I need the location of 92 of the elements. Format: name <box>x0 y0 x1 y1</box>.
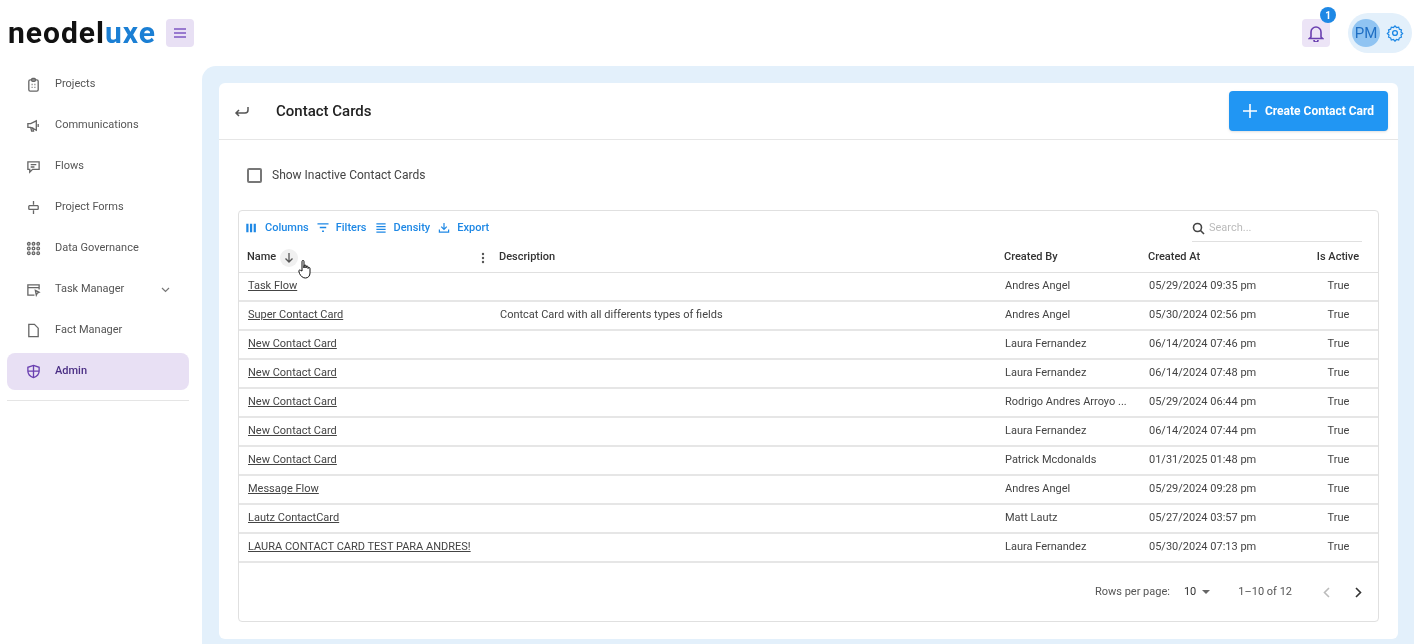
column-header[interactable]: Description <box>491 243 996 272</box>
flow-icon <box>26 200 41 215</box>
rows-per-page-label: Rows per page: <box>1094 583 1170 600</box>
chat-icon <box>26 159 41 174</box>
column-header[interactable]: Is Active <box>1290 243 1378 272</box>
table-cell: Andres Angel <box>1005 482 1071 496</box>
name-link[interactable]: New Contact Card <box>248 453 337 467</box>
rows-per-page-select[interactable]: 10 <box>1183 583 1211 601</box>
bell-icon <box>1308 24 1324 42</box>
table-cell: True <box>1327 424 1350 438</box>
menu-button[interactable] <box>165 19 194 47</box>
column-header[interactable]: Created By <box>996 243 1140 272</box>
checkbox-label: Show Inactive Contact Cards <box>272 167 426 185</box>
name-link[interactable]: LAURA CONTACT CARD TEST PARA ANDRES! <box>248 540 471 554</box>
table-cell: Patrick Mcdonalds <box>1005 453 1097 467</box>
toolbar-button[interactable]: Columns <box>246 219 309 237</box>
checkbox[interactable] <box>247 167 262 183</box>
search-field[interactable]: Search... <box>1192 214 1362 242</box>
sidebar-item[interactable]: Admin <box>7 353 189 390</box>
column-header[interactable]: Name <box>239 243 491 272</box>
chevron-right-icon <box>1354 586 1362 598</box>
window-cursor-icon <box>26 282 41 297</box>
table-cell: 05/29/2024 09:28 pm <box>1149 482 1257 496</box>
document-icon <box>26 323 41 338</box>
table-cell: Matt Lautz <box>1005 511 1058 525</box>
name-link[interactable]: Super Contact Card <box>248 308 344 322</box>
table-cell: 05/29/2024 09:35 pm <box>1149 279 1257 293</box>
columns-icon <box>246 222 258 234</box>
name-link[interactable]: Message Flow <box>248 482 319 496</box>
column-header[interactable]: Created At <box>1140 243 1290 272</box>
megaphone-icon <box>26 118 41 133</box>
settings-icon[interactable] <box>1386 24 1404 42</box>
page-title: Contact Cards <box>276 100 372 122</box>
shield-icon <box>26 364 41 379</box>
sidebar-item[interactable]: Fact Manager <box>7 312 189 349</box>
sidebar-item[interactable]: Task Manager <box>7 271 189 308</box>
table-cell: Laura Fernandez <box>1005 366 1087 380</box>
table-cell: True <box>1327 395 1350 409</box>
table-cell: True <box>1327 337 1350 351</box>
filter-icon <box>316 222 329 234</box>
table-cell: True <box>1327 482 1350 496</box>
logo: neodeluxe <box>8 18 156 48</box>
toolbar-button[interactable]: Filters <box>316 219 367 237</box>
dropdown-caret-icon <box>1202 590 1211 594</box>
name-link[interactable]: New Contact Card <box>248 395 337 409</box>
table-cell: 05/27/2024 03:57 pm <box>1149 511 1257 525</box>
table-cell: 06/14/2024 07:46 pm <box>1149 337 1257 351</box>
table-cell: 05/30/2024 02:56 pm <box>1149 308 1257 322</box>
notifications-button[interactable] <box>1302 19 1330 47</box>
table-cell: Laura Fernandez <box>1005 540 1087 554</box>
table-cell: True <box>1327 540 1350 554</box>
table-cell: True <box>1327 308 1350 322</box>
toolbar-button[interactable]: Density <box>374 219 431 237</box>
table-cell: Contcat Card with all differents types of fields <box>500 308 723 322</box>
table-cell: True <box>1327 453 1350 467</box>
search-icon <box>1192 222 1205 235</box>
sidebar-item[interactable]: Projects <box>7 66 189 103</box>
table-cell: True <box>1327 279 1350 293</box>
sidebar-item[interactable]: Flows <box>7 148 189 185</box>
column-menu-icon[interactable] <box>481 251 485 264</box>
density-icon <box>374 222 387 234</box>
name-link[interactable]: New Contact Card <box>248 337 337 351</box>
name-link[interactable]: Task Flow <box>248 279 298 293</box>
table-cell: Laura Fernandez <box>1005 424 1087 438</box>
table-cell: Andres Angel <box>1005 279 1071 293</box>
name-link[interactable]: New Contact Card <box>248 424 337 438</box>
table-cell: 01/31/2025 01:48 pm <box>1149 453 1257 467</box>
toolbar-button[interactable]: Export <box>438 219 490 237</box>
table-cell: 05/29/2024 06:44 pm <box>1149 395 1257 409</box>
name-link[interactable]: New Contact Card <box>248 366 337 380</box>
plus-icon <box>1243 104 1257 119</box>
menu-icon <box>173 28 186 38</box>
table-cell: Laura Fernandez <box>1005 337 1087 351</box>
table-cell: True <box>1327 366 1350 380</box>
name-link[interactable]: Lautz ContactCard <box>248 511 340 525</box>
sidebar-item[interactable]: Communications <box>7 107 189 144</box>
return-arrow-icon <box>234 105 250 118</box>
table-cell: 06/14/2024 07:48 pm <box>1149 366 1257 380</box>
pagination-range: 1–10 of 12 <box>1238 583 1292 600</box>
clipboard-icon <box>26 77 41 92</box>
download-icon <box>438 222 451 234</box>
table-cell: 05/30/2024 07:13 pm <box>1149 540 1257 554</box>
sidebar-item[interactable]: Data Governance <box>7 230 189 267</box>
sidebar-item[interactable]: Project Forms <box>7 189 189 226</box>
grid-icon <box>26 241 41 256</box>
table-cell: Andres Angel <box>1005 308 1071 322</box>
chevron-left-icon <box>1322 586 1330 598</box>
table-cell: True <box>1327 511 1350 525</box>
pointer-hand-icon <box>298 259 312 279</box>
table-cell: 06/14/2024 07:44 pm <box>1149 424 1257 438</box>
table-cell: Rodrigo Andres Arroyo ... <box>1005 395 1127 409</box>
notification-badge: 1 <box>1320 7 1336 23</box>
